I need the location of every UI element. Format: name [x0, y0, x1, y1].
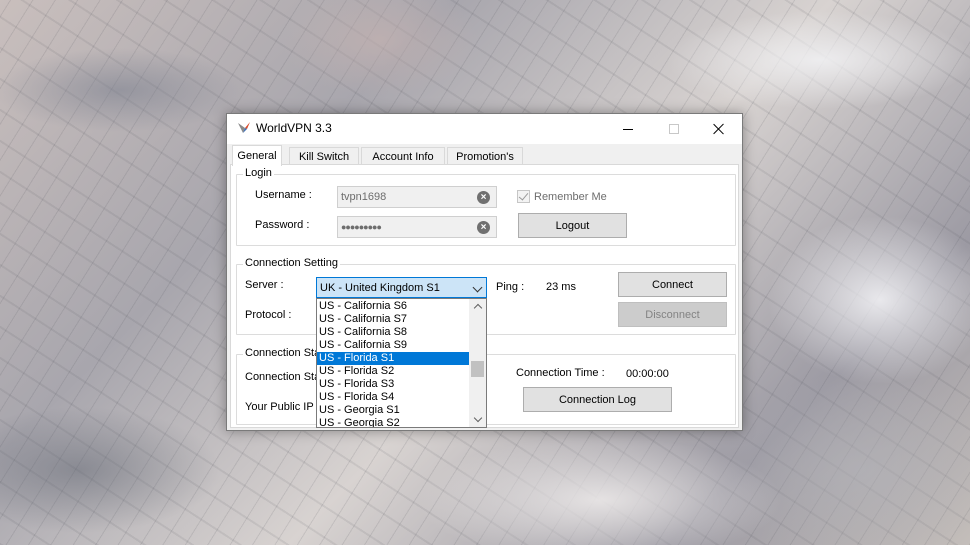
- username-value: tvpn1698: [341, 191, 387, 203]
- tab-account-info[interactable]: Account Info: [361, 147, 445, 165]
- tab-general[interactable]: General: [232, 145, 282, 166]
- minimize-icon: [623, 128, 633, 130]
- server-option[interactable]: US - California S9: [317, 339, 469, 352]
- server-select-value: UK - United Kingdom S1: [320, 281, 440, 294]
- close-icon: [713, 123, 725, 135]
- clear-username-icon[interactable]: ×: [477, 191, 490, 204]
- password-field[interactable]: ●●●●●●●●● ×: [337, 216, 497, 238]
- connection-status-title: Connection Sta: [243, 347, 323, 359]
- chevron-down-icon: [472, 282, 483, 293]
- title-bar[interactable]: WorldVPN 3.3: [227, 114, 742, 144]
- dropdown-scrollbar[interactable]: [469, 299, 486, 427]
- server-option[interactable]: US - California S7: [317, 313, 469, 326]
- connection-time-label: Connection Time :: [516, 367, 605, 379]
- connection-status-label: Connection Sta: [245, 371, 321, 383]
- server-dropdown-list[interactable]: US - California S6 US - California S7 US…: [316, 298, 487, 428]
- password-value: ●●●●●●●●●: [341, 222, 382, 232]
- connection-log-button[interactable]: Connection Log: [523, 387, 672, 412]
- logout-button[interactable]: Logout: [518, 213, 627, 238]
- protocol-label: Protocol :: [245, 309, 292, 321]
- app-logo-icon: [238, 122, 250, 133]
- scroll-thumb[interactable]: [471, 361, 484, 377]
- server-option[interactable]: US - Georgia S2: [317, 417, 469, 427]
- username-label: Username :: [255, 189, 312, 201]
- connection-setting-title: Connection Setting: [243, 257, 340, 269]
- public-ip-label: Your Public IP: [245, 401, 314, 413]
- server-options: US - California S6 US - California S7 US…: [317, 300, 469, 427]
- close-button[interactable]: [696, 114, 742, 144]
- login-group-title: Login: [243, 167, 274, 179]
- server-option[interactable]: US - Georgia S1: [317, 404, 469, 417]
- server-select[interactable]: UK - United Kingdom S1: [316, 277, 487, 298]
- tab-strip: General Kill Switch Account Info Promoti…: [230, 145, 740, 166]
- tab-kill-switch[interactable]: Kill Switch: [289, 147, 359, 165]
- ping-value: 23 ms: [546, 281, 576, 293]
- tab-promotions[interactable]: Promotion's: [447, 147, 523, 165]
- server-option[interactable]: US - Florida S4: [317, 391, 469, 404]
- vpn-window: WorldVPN 3.3 General Kill Switch Account…: [226, 113, 743, 431]
- ping-label: Ping :: [496, 281, 525, 293]
- remember-me-checkbox[interactable]: [517, 190, 530, 203]
- server-label: Server :: [245, 279, 284, 291]
- connection-time-value: 00:00:00: [626, 368, 669, 380]
- username-field[interactable]: tvpn1698 ×: [337, 186, 497, 208]
- server-option-selected[interactable]: US - Florida S1: [317, 352, 469, 365]
- password-label: Password :: [255, 219, 310, 231]
- maximize-icon: [669, 124, 679, 134]
- server-option[interactable]: US - California S6: [317, 300, 469, 313]
- server-option[interactable]: US - Florida S2: [317, 365, 469, 378]
- server-option[interactable]: US - California S8: [317, 326, 469, 339]
- server-option[interactable]: US - Florida S3: [317, 378, 469, 391]
- maximize-button[interactable]: [651, 114, 697, 144]
- disconnect-button[interactable]: Disconnect: [618, 302, 727, 327]
- remember-me-label: Remember Me: [534, 191, 607, 203]
- connect-button[interactable]: Connect: [618, 272, 727, 297]
- clear-password-icon[interactable]: ×: [477, 221, 490, 234]
- scroll-down-icon[interactable]: [469, 413, 486, 427]
- minimize-button[interactable]: [605, 114, 651, 144]
- scroll-up-icon[interactable]: [469, 299, 486, 313]
- window-title: WorldVPN 3.3: [256, 121, 332, 135]
